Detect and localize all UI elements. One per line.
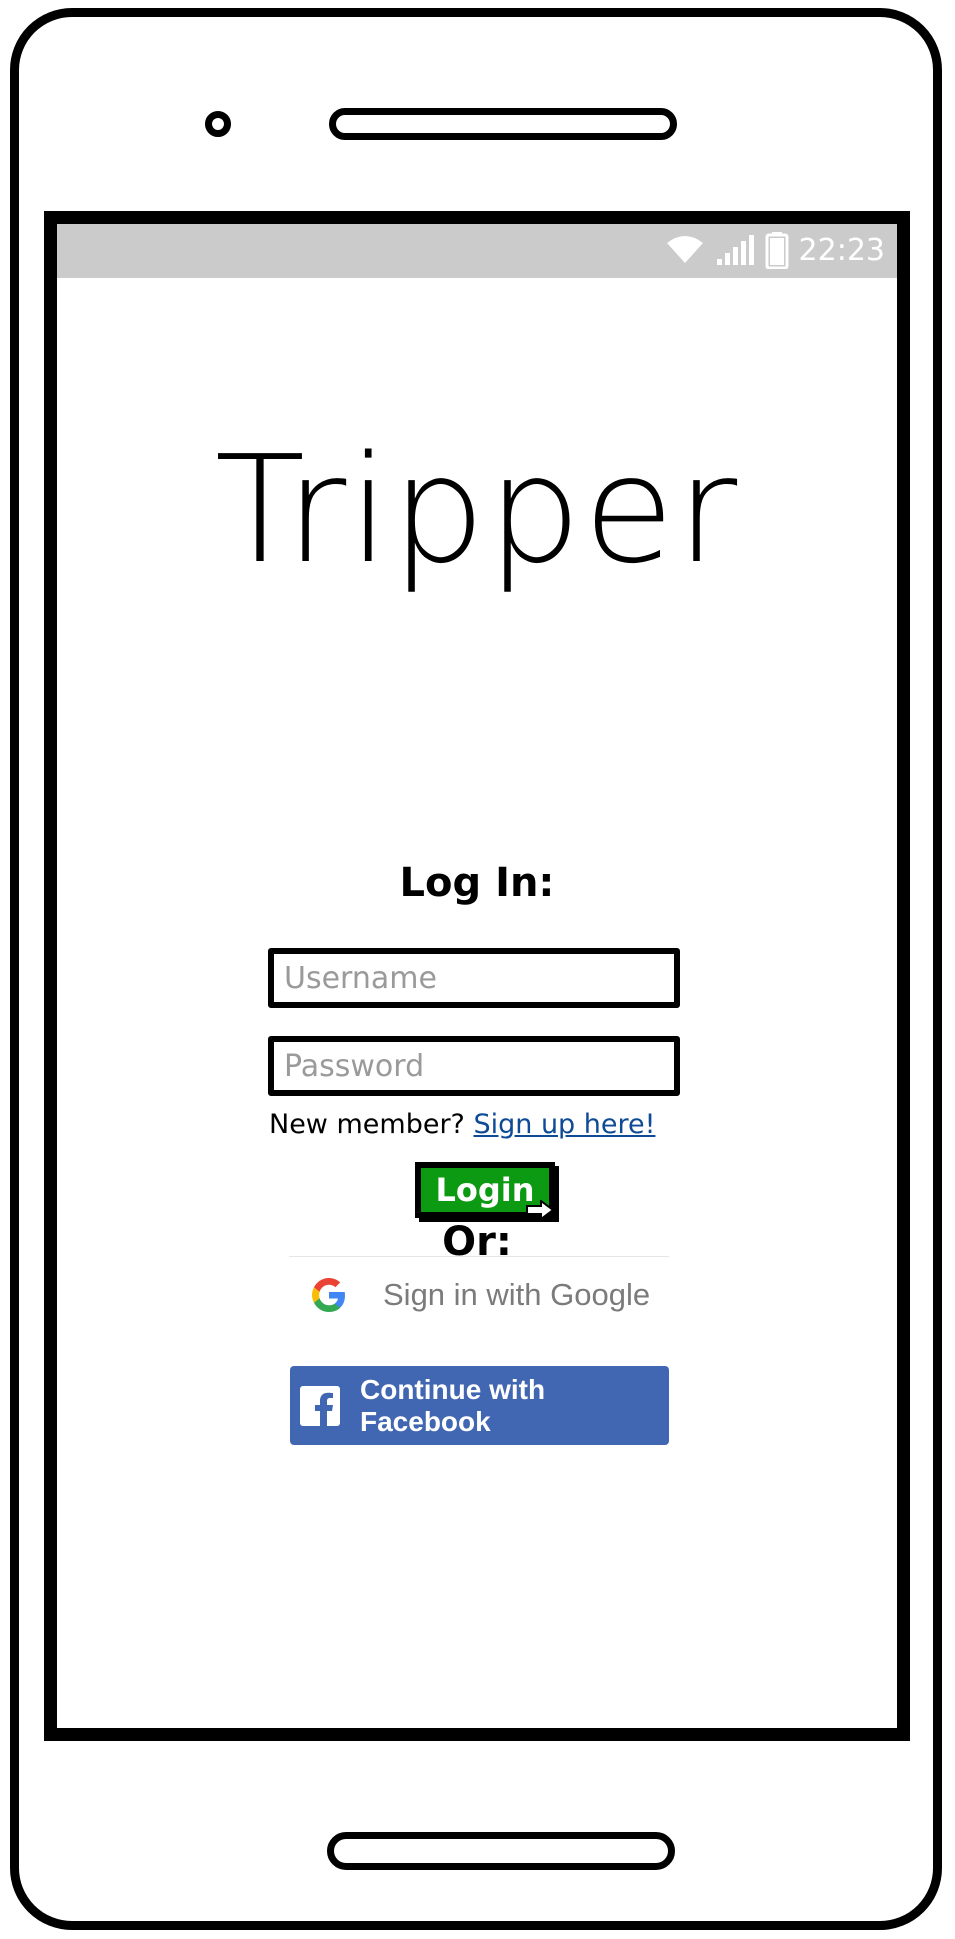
username-field[interactable] <box>268 948 680 1008</box>
login-button-label: Login <box>435 1171 535 1209</box>
home-button[interactable] <box>327 1832 675 1870</box>
battery-icon <box>765 232 789 269</box>
facebook-icon <box>300 1385 340 1426</box>
google-signin-button[interactable]: Sign in with Google <box>289 1256 669 1333</box>
wifi-icon <box>666 236 703 263</box>
facebook-continue-button[interactable]: Continue with Facebook <box>290 1366 669 1445</box>
app-logo: Tripper <box>214 424 740 596</box>
password-field[interactable] <box>268 1036 680 1096</box>
google-signin-label: Sign in with Google <box>383 1277 651 1312</box>
new-member-label: New member? <box>269 1109 465 1140</box>
front-camera <box>205 111 231 137</box>
username-input[interactable] <box>274 954 674 1002</box>
facebook-continue-label: Continue with Facebook <box>360 1373 546 1437</box>
password-input[interactable] <box>274 1042 674 1090</box>
status-time: 22:23 <box>798 232 885 268</box>
arrow-cursor-icon <box>526 1200 555 1220</box>
phone-screen: 22:23 Tripper Log In: New member? Sign u… <box>44 211 910 1741</box>
google-icon <box>312 1278 345 1312</box>
status-bar: 22:23 <box>57 224 897 278</box>
signup-link[interactable]: Sign up here! <box>473 1109 655 1140</box>
signal-icon <box>716 235 754 265</box>
earpiece-speaker <box>329 108 677 140</box>
login-button[interactable]: Login <box>415 1162 555 1220</box>
login-title: Log In: <box>399 860 555 906</box>
signup-prompt: New member? Sign up here! <box>269 1109 655 1140</box>
